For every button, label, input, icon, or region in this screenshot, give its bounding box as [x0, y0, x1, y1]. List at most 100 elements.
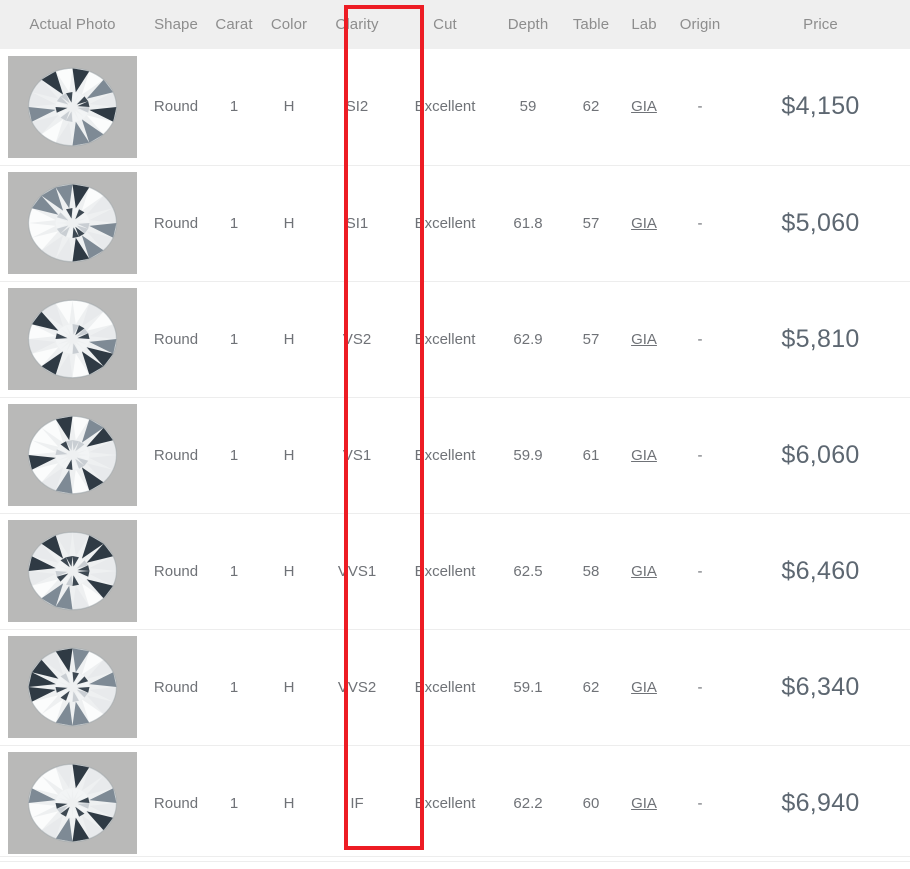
- cell-origin: -: [697, 562, 703, 580]
- cell-photo[interactable]: [0, 397, 145, 513]
- lab-certificate-link[interactable]: GIA: [631, 795, 657, 812]
- cell-origin: -: [697, 98, 703, 116]
- lab-certificate-link[interactable]: GIA: [631, 563, 657, 580]
- cell-carat: 1: [229, 794, 239, 812]
- cell-cut: Excellent: [414, 214, 476, 232]
- diamond-photo-thumbnail[interactable]: [8, 172, 137, 274]
- cell-clarity: VVS1: [337, 562, 377, 580]
- cell-photo[interactable]: [0, 165, 145, 281]
- cell-price: $6,940: [781, 788, 860, 817]
- cell-color: H: [283, 214, 295, 232]
- table-row[interactable]: Round 1 H IF Excellent 62.2 60 GIA - $6,940: [0, 745, 910, 861]
- cell-lab: GIA: [619, 513, 669, 629]
- cell-table: 60: [582, 794, 600, 812]
- cell-depth: 62.9: [513, 330, 543, 348]
- table-bottom-divider: [0, 856, 910, 857]
- cell-price: $6,460: [781, 556, 860, 585]
- cell-shape: Round: [153, 446, 199, 464]
- cell-origin: -: [697, 678, 703, 696]
- cell-table: 62: [582, 98, 600, 116]
- diamond-photo-thumbnail[interactable]: [8, 55, 137, 158]
- column-header-depth[interactable]: Depth: [493, 0, 563, 49]
- cell-origin: -: [697, 794, 703, 812]
- cell-shape: Round: [153, 794, 199, 812]
- cell-lab: GIA: [619, 281, 669, 397]
- cell-origin: -: [697, 446, 703, 464]
- column-header-clarity[interactable]: Clarity: [317, 0, 397, 49]
- table-body: Round 1 H SI2 Excellent 59 62 GIA - $4,150 Round 1 H…: [0, 49, 910, 861]
- lab-certificate-link[interactable]: GIA: [631, 447, 657, 464]
- cell-photo[interactable]: [0, 281, 145, 397]
- cell-color: H: [283, 330, 295, 348]
- cell-table: 62: [582, 678, 600, 696]
- column-header-carat[interactable]: Carat: [207, 0, 261, 49]
- cell-shape: Round: [153, 330, 199, 348]
- cell-table: 57: [582, 214, 600, 232]
- cell-color: H: [283, 562, 295, 580]
- cell-lab: GIA: [619, 165, 669, 281]
- cell-shape: Round: [153, 214, 199, 232]
- column-header-color[interactable]: Color: [261, 0, 317, 49]
- cell-clarity: VVS2: [337, 678, 377, 696]
- cell-depth: 62.2: [513, 794, 543, 812]
- cell-shape: Round: [153, 562, 199, 580]
- cell-origin: -: [697, 214, 703, 232]
- table-header: Actual Photo Shape Carat Color Clarity C…: [0, 0, 910, 49]
- diamond-photo-thumbnail[interactable]: [8, 288, 137, 390]
- cell-price: $6,340: [781, 672, 860, 701]
- table-row[interactable]: Round 1 H VS2 Excellent 62.9 57 GIA - $5,810: [0, 281, 910, 397]
- diamond-comparison-table: Actual Photo Shape Carat Color Clarity C…: [0, 0, 910, 862]
- table-row[interactable]: Round 1 H SI2 Excellent 59 62 GIA - $4,150: [0, 49, 910, 165]
- cell-carat: 1: [229, 214, 239, 232]
- cell-lab: GIA: [619, 397, 669, 513]
- cell-cut: Excellent: [414, 794, 476, 812]
- column-header-lab[interactable]: Lab: [619, 0, 669, 49]
- cell-price: $5,810: [781, 324, 860, 353]
- cell-clarity: IF: [350, 794, 364, 812]
- cell-photo[interactable]: [0, 513, 145, 629]
- cell-price: $5,060: [781, 208, 860, 237]
- cell-color: H: [283, 794, 295, 812]
- cell-carat: 1: [229, 330, 239, 348]
- cell-table: 61: [582, 446, 600, 464]
- table-row[interactable]: Round 1 H VVS1 Excellent 62.5 58 GIA - $6,460: [0, 513, 910, 629]
- cell-price: $6,060: [781, 440, 860, 469]
- diamond-photo-thumbnail[interactable]: [8, 752, 137, 854]
- column-header-table[interactable]: Table: [563, 0, 619, 49]
- cell-cut: Excellent: [414, 98, 476, 116]
- diamond-photo-thumbnail[interactable]: [8, 404, 137, 506]
- cell-depth: 59: [519, 98, 537, 116]
- cell-cut: Excellent: [414, 562, 476, 580]
- cell-table: 57: [582, 330, 600, 348]
- column-header-shape[interactable]: Shape: [145, 0, 207, 49]
- lab-certificate-link[interactable]: GIA: [631, 98, 657, 115]
- cell-carat: 1: [229, 98, 239, 116]
- cell-color: H: [283, 678, 295, 696]
- column-header-price[interactable]: Price: [731, 0, 910, 49]
- column-header-photo[interactable]: Actual Photo: [0, 0, 145, 49]
- cell-depth: 59.9: [513, 446, 543, 464]
- cell-color: H: [283, 98, 295, 116]
- cell-photo[interactable]: [0, 49, 145, 165]
- cell-clarity: SI2: [345, 98, 369, 116]
- cell-table: 58: [582, 562, 600, 580]
- cell-carat: 1: [229, 562, 239, 580]
- table-row[interactable]: Round 1 H VS1 Excellent 59.9 61 GIA - $6,060: [0, 397, 910, 513]
- column-header-cut[interactable]: Cut: [397, 0, 493, 49]
- table-row[interactable]: Round 1 H SI1 Excellent 61.8 57 GIA - $5,060: [0, 165, 910, 281]
- lab-certificate-link[interactable]: GIA: [631, 215, 657, 232]
- column-header-origin[interactable]: Origin: [669, 0, 731, 49]
- cell-cut: Excellent: [414, 446, 476, 464]
- diamond-photo-thumbnail[interactable]: [8, 636, 137, 738]
- table-row[interactable]: Round 1 H VVS2 Excellent 59.1 62 GIA - $6,340: [0, 629, 910, 745]
- cell-depth: 62.5: [513, 562, 543, 580]
- diamond-photo-thumbnail[interactable]: [8, 520, 137, 622]
- cell-photo[interactable]: [0, 745, 145, 861]
- cell-clarity: VS2: [342, 330, 372, 348]
- lab-certificate-link[interactable]: GIA: [631, 331, 657, 348]
- cell-photo[interactable]: [0, 629, 145, 745]
- cell-color: H: [283, 446, 295, 464]
- cell-origin: -: [697, 330, 703, 348]
- lab-certificate-link[interactable]: GIA: [631, 679, 657, 696]
- cell-clarity: VS1: [342, 446, 372, 464]
